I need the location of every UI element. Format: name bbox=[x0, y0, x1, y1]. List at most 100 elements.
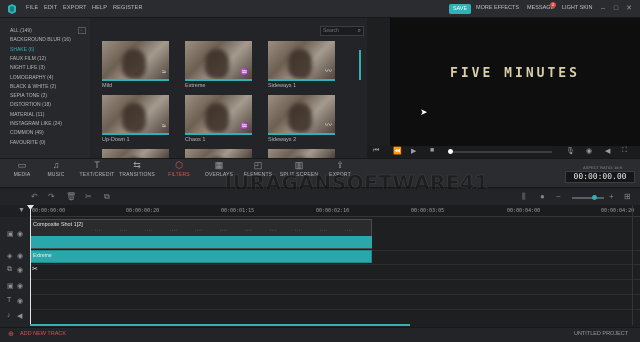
playhead[interactable] bbox=[30, 205, 31, 325]
category-item[interactable]: ALL (149) bbox=[10, 28, 32, 34]
menu-help[interactable]: HELP bbox=[92, 5, 107, 11]
stop-icon[interactable]: ■ bbox=[430, 147, 434, 154]
snapshot-icon[interactable]: ◉ bbox=[586, 147, 592, 155]
message-count-badge: 2 bbox=[550, 2, 556, 8]
search-box[interactable]: ⌕ bbox=[320, 26, 364, 36]
fullscreen-icon[interactable]: ⛶ bbox=[622, 147, 627, 155]
clip-frame-marker: • • • • bbox=[170, 228, 177, 232]
fit-timeline-icon[interactable]: ⊞ bbox=[624, 192, 631, 201]
more-effects-link[interactable]: MORE EFFECTS bbox=[476, 5, 519, 11]
preview-progress-knob[interactable] bbox=[448, 149, 453, 154]
crop-icon[interactable]: ⧉ bbox=[104, 192, 110, 202]
split-marker-icon[interactable]: ✂ bbox=[32, 265, 38, 273]
minimize-icon[interactable]: – bbox=[598, 4, 608, 14]
category-item[interactable]: LOMOGRAPHY (4) bbox=[10, 75, 53, 81]
thumbnail-bar bbox=[185, 133, 252, 135]
back-arrow-icon[interactable]: ← bbox=[78, 27, 86, 34]
search-input[interactable] bbox=[321, 27, 355, 35]
redo-icon[interactable]: ↷ bbox=[48, 192, 55, 201]
filter-thumbnail[interactable] bbox=[268, 149, 335, 158]
category-item[interactable]: MATERIAL (11) bbox=[10, 112, 44, 118]
menu-file[interactable]: FILE bbox=[26, 5, 38, 11]
cut-icon[interactable]: ✂ bbox=[85, 192, 92, 201]
filter-track-icon: ◈ bbox=[7, 253, 13, 260]
undo-icon[interactable]: ↶ bbox=[31, 192, 38, 201]
category-item[interactable]: COMMON (49) bbox=[10, 130, 44, 136]
clip-frame-marker: • • • • bbox=[320, 228, 327, 232]
filter-clip-label: Extreme bbox=[33, 253, 52, 259]
ruler-tick-label: 00:00:03:05 bbox=[411, 208, 445, 214]
filter-thumbnail[interactable]: ≈ bbox=[102, 95, 169, 135]
maximize-icon[interactable]: □ bbox=[611, 4, 621, 14]
zoom-out-icon[interactable]: − bbox=[556, 192, 561, 201]
add-new-track-button[interactable]: ADD NEW TRACK bbox=[20, 331, 66, 337]
timeline-scrollbar[interactable] bbox=[30, 324, 410, 326]
add-track-icon[interactable]: ⊕ bbox=[8, 330, 14, 338]
filter-thumbnail[interactable] bbox=[102, 149, 169, 158]
category-item[interactable]: DISTORTION (18) bbox=[10, 102, 51, 108]
tool-label: TRANSITIONS bbox=[119, 172, 155, 178]
filter-thumbnail[interactable]: ♒ bbox=[185, 95, 252, 135]
category-item[interactable]: SEPIA TONE (2) bbox=[10, 93, 47, 99]
tool-text-credit[interactable]: T TEXT/CREDIT bbox=[75, 160, 119, 178]
track-divider bbox=[30, 309, 640, 310]
track-divider bbox=[30, 294, 640, 295]
add-marker-icon[interactable]: ▼ bbox=[18, 207, 25, 214]
library-scrollbar[interactable] bbox=[359, 50, 361, 80]
overlay-track-icon: ⧉ bbox=[7, 266, 12, 273]
track-mute-icon[interactable]: ◀ bbox=[17, 312, 22, 320]
filter-thumbnail-label: Chaos 1 bbox=[185, 137, 206, 143]
play-icon[interactable]: ▶ bbox=[411, 147, 416, 155]
search-icon[interactable]: ⌕ bbox=[358, 28, 361, 35]
filter-thumbnail[interactable]: 〰 bbox=[268, 41, 335, 81]
timeline-end-line bbox=[632, 205, 633, 325]
tool-label: FILTERS bbox=[168, 172, 190, 178]
close-icon[interactable]: ✕ bbox=[624, 4, 634, 14]
tool-transitions[interactable]: ⇆ TRANSITIONS bbox=[115, 160, 159, 178]
tool-music[interactable]: ♫ MUSIC bbox=[34, 160, 78, 178]
save-button[interactable]: SAVE bbox=[449, 4, 471, 14]
preview-screen[interactable] bbox=[390, 18, 640, 146]
menu-edit[interactable]: EDIT bbox=[44, 5, 57, 11]
transitions-icon: ⇆ bbox=[133, 160, 141, 170]
tool-filters[interactable]: ⬡ FILTERS bbox=[157, 160, 201, 178]
zoom-slider-track[interactable] bbox=[572, 197, 604, 199]
microphone-icon[interactable]: 🎙 bbox=[566, 147, 575, 155]
thumbnail-subject bbox=[288, 103, 312, 133]
filter-thumbnail[interactable]: ♒ bbox=[185, 41, 252, 81]
rewind-icon[interactable]: ⏮ bbox=[373, 147, 379, 155]
category-item[interactable]: FAUX FILM (12) bbox=[10, 56, 46, 62]
ruler-tick-label: 00:00:00:20 bbox=[126, 208, 160, 214]
clip-frame-marker: • • • • bbox=[295, 228, 302, 232]
track-visibility-icon[interactable]: ◉ bbox=[17, 297, 23, 305]
track-divider bbox=[30, 264, 640, 265]
shake-effect-icon: ≈ bbox=[162, 123, 166, 130]
zoom-slider-knob[interactable] bbox=[592, 195, 597, 200]
audio-mixer-icon[interactable]: ⫼ bbox=[522, 192, 526, 202]
menu-export[interactable]: EXPORT bbox=[63, 5, 87, 11]
category-item[interactable]: SHAKE (6) bbox=[10, 47, 34, 53]
filter-thumbnail[interactable]: 〰 bbox=[268, 95, 335, 135]
thumbnail-subject bbox=[122, 49, 146, 79]
category-item[interactable]: INSTAGRAM LIKE (24) bbox=[10, 121, 62, 127]
category-item[interactable]: BACKGROUND BLUR (16) bbox=[10, 37, 71, 43]
preview-progress-track[interactable] bbox=[452, 151, 552, 153]
category-item[interactable]: FAVOURITE (0) bbox=[10, 140, 45, 146]
track-visibility-icon[interactable]: ◉ bbox=[17, 252, 23, 260]
category-item[interactable]: NIGHT LIFE (3) bbox=[10, 65, 45, 71]
delete-icon[interactable]: 🗑 bbox=[66, 192, 76, 201]
light-skin-link[interactable]: LIGHT SKIN bbox=[562, 5, 592, 11]
category-item[interactable]: BLACK & WHITE (2) bbox=[10, 84, 56, 90]
menu-register[interactable]: REGISTER bbox=[113, 5, 143, 11]
filter-thumbnail[interactable] bbox=[185, 149, 252, 158]
skip-back-icon[interactable]: ⏪ bbox=[393, 147, 402, 155]
ruler-tick-label: 00:00:01:15 bbox=[221, 208, 255, 214]
volume-icon[interactable]: ◀ bbox=[605, 147, 610, 155]
filter-thumbnail[interactable]: ≈ bbox=[102, 41, 169, 81]
track-visibility-icon[interactable]: ◉ bbox=[17, 266, 23, 274]
record-icon[interactable]: ● bbox=[540, 192, 545, 201]
track-visibility-icon[interactable]: ◉ bbox=[17, 282, 23, 290]
zoom-in-icon[interactable]: + bbox=[609, 192, 614, 201]
track-visibility-icon[interactable]: ◉ bbox=[17, 230, 23, 238]
filter-clip[interactable] bbox=[30, 250, 372, 263]
